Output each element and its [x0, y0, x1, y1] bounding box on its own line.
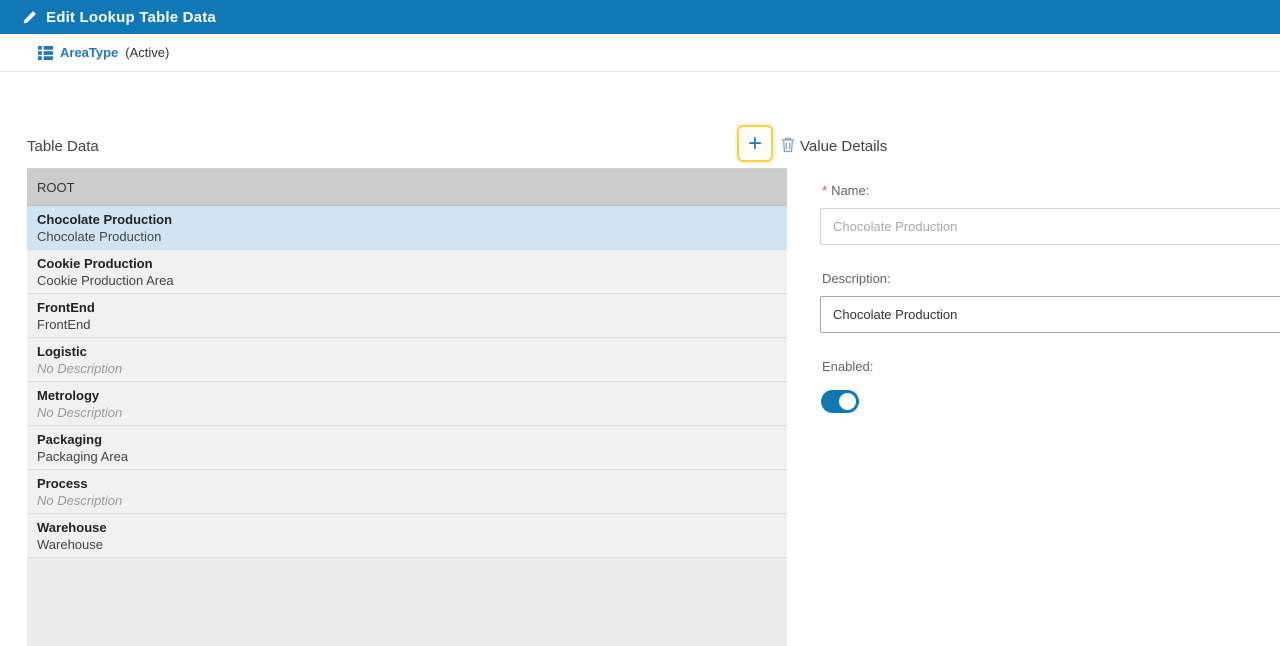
- name-label-text: Name:: [831, 183, 869, 198]
- row-description: No Description: [37, 360, 777, 377]
- table-row[interactable]: Metrology No Description: [27, 382, 787, 426]
- row-description: No Description: [37, 404, 777, 421]
- row-name: Warehouse: [37, 519, 777, 536]
- page-title: Edit Lookup Table Data: [46, 9, 216, 26]
- table-column-header: ROOT: [27, 169, 787, 206]
- edit-pencil-icon: [22, 10, 37, 25]
- row-description: Cookie Production Area: [37, 272, 777, 289]
- row-name: Process: [37, 475, 777, 492]
- table-row[interactable]: Logistic No Description: [27, 338, 787, 382]
- description-input[interactable]: [820, 296, 1280, 333]
- table-row[interactable]: Packaging Packaging Area: [27, 426, 787, 470]
- enabled-field-label: Enabled:: [822, 359, 873, 374]
- row-name: Logistic: [37, 343, 777, 360]
- lookup-breadcrumb-bar: AreaType (Active): [0, 34, 1280, 72]
- row-name: Metrology: [37, 387, 777, 404]
- row-description: No Description: [37, 492, 777, 509]
- name-field-label: * Name:: [822, 183, 869, 198]
- add-value-button[interactable]: +: [737, 125, 773, 162]
- lookup-table-name-link[interactable]: AreaType: [60, 45, 118, 60]
- row-description: Chocolate Production: [37, 228, 777, 245]
- table-data-heading: Table Data: [27, 138, 99, 155]
- row-name: Chocolate Production: [37, 211, 777, 228]
- delete-value-icon[interactable]: [780, 136, 796, 153]
- required-marker: *: [822, 183, 827, 198]
- lookup-data-table: ROOT Chocolate Production Chocolate Prod…: [27, 168, 787, 646]
- toggle-knob-icon: [839, 393, 856, 410]
- row-description: Warehouse: [37, 536, 777, 553]
- app-window: Edit Lookup Table Data AreaType (Active)…: [0, 0, 1280, 646]
- table-icon: [38, 46, 53, 60]
- table-row[interactable]: Process No Description: [27, 470, 787, 514]
- row-name: Cookie Production: [37, 255, 777, 272]
- table-row[interactable]: Chocolate Production Chocolate Productio…: [27, 206, 787, 250]
- table-rows: Chocolate Production Chocolate Productio…: [27, 206, 787, 558]
- table-row[interactable]: FrontEnd FrontEnd: [27, 294, 787, 338]
- enabled-toggle[interactable]: [821, 390, 859, 413]
- row-description: Packaging Area: [37, 448, 777, 465]
- lookup-status-badge: (Active): [125, 45, 169, 60]
- page-header: Edit Lookup Table Data: [0, 0, 1280, 34]
- row-description: FrontEnd: [37, 316, 777, 333]
- row-name: Packaging: [37, 431, 777, 448]
- table-row[interactable]: Warehouse Warehouse: [27, 514, 787, 558]
- description-field-label: Description:: [822, 271, 891, 286]
- value-details-heading: Value Details: [800, 138, 887, 155]
- name-input[interactable]: [820, 208, 1280, 245]
- row-name: FrontEnd: [37, 299, 777, 316]
- table-row[interactable]: Cookie Production Cookie Production Area: [27, 250, 787, 294]
